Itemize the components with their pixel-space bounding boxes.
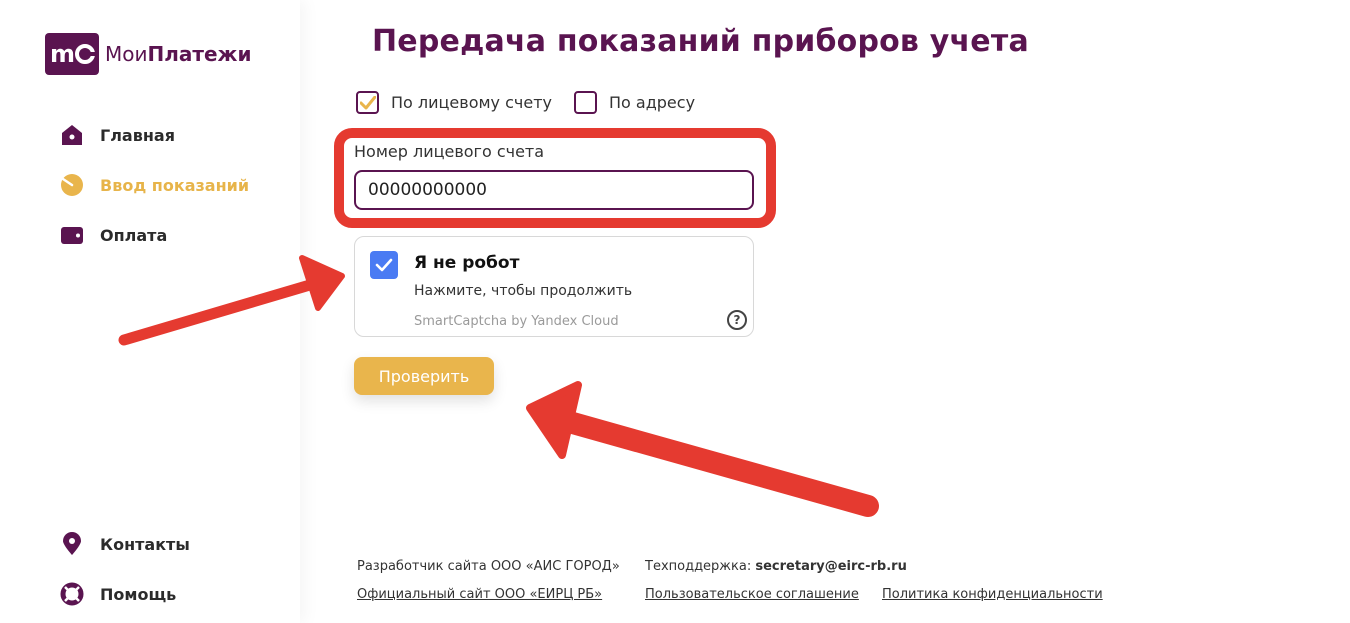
- lifebuoy-icon: [60, 582, 84, 606]
- mode-account-checkbox[interactable]: [356, 91, 379, 114]
- sidebar-item-label: Главная: [100, 125, 175, 145]
- logo[interactable]: m МоиПлатежи: [45, 33, 251, 75]
- captcha-checkbox[interactable]: [370, 251, 398, 279]
- mode-selector: По лицевому счету По адресу: [356, 91, 717, 114]
- sidebar-item-label: Контакты: [100, 534, 190, 554]
- account-field-label: Номер лицевого счета: [354, 142, 545, 161]
- captcha-subtitle: Нажмите, чтобы продолжить: [414, 283, 633, 299]
- check-icon: [375, 258, 393, 272]
- check-icon: [359, 95, 376, 109]
- captcha-widget: Я не робот Нажмите, чтобы продолжить Sma…: [354, 236, 754, 337]
- home-icon: [60, 123, 84, 147]
- support-label: Техподдержка:: [645, 559, 752, 574]
- official-site-link[interactable]: Официальный сайт ООО «ЕИРЦ РБ»: [357, 587, 602, 602]
- logo-brand: Платежи: [147, 42, 252, 66]
- privacy-policy-link[interactable]: Политика конфиденциальности: [882, 587, 1103, 602]
- sidebar-item-readings[interactable]: Ввод показаний: [60, 173, 249, 197]
- account-number-input[interactable]: [354, 170, 754, 210]
- sidebar-item-contacts[interactable]: Контакты: [60, 532, 190, 556]
- svg-text:m: m: [50, 40, 75, 68]
- captcha-brand: SmartCaptcha by Yandex Cloud: [414, 314, 619, 329]
- sidebar-item-home[interactable]: Главная: [60, 123, 175, 147]
- wallet-icon: [60, 223, 84, 247]
- help-icon[interactable]: ?: [727, 310, 747, 330]
- arrow-to-check-button-icon: [526, 381, 879, 517]
- sidebar-item-help[interactable]: Помощь: [60, 582, 176, 606]
- gauge-icon: [60, 173, 84, 197]
- logo-prefix: Мои: [105, 42, 148, 66]
- footer-support: Техподдержка: secretary@eirc-rb.ru: [645, 559, 907, 574]
- check-button[interactable]: Проверить: [354, 357, 494, 395]
- mode-account-label[interactable]: По лицевому счету: [391, 93, 552, 112]
- logo-text: МоиПлатежи: [105, 42, 251, 66]
- sidebar-item-label: Ввод показаний: [100, 175, 250, 195]
- sidebar-item-payment[interactable]: Оплата: [60, 223, 167, 247]
- sidebar-item-label: Помощь: [100, 584, 177, 604]
- logo-mark-icon: m: [45, 33, 99, 75]
- user-agreement-link[interactable]: Пользовательское соглашение: [645, 587, 859, 602]
- captcha-title: Я не робот: [414, 253, 520, 273]
- footer-developer: Разработчик сайта ООО «АИС ГОРОД»: [357, 559, 620, 574]
- support-email-link[interactable]: secretary@eirc-rb.ru: [755, 559, 906, 574]
- mode-address-label[interactable]: По адресу: [609, 93, 695, 112]
- sidebar: m МоиПлатежи Главная Ввод показаний Опла…: [0, 0, 300, 623]
- sidebar-item-label: Оплата: [100, 225, 168, 245]
- page-title: Передача показаний приборов учета: [372, 24, 1029, 59]
- location-pin-icon: [60, 532, 84, 556]
- mode-address-checkbox[interactable]: [574, 91, 597, 114]
- page: m МоиПлатежи Главная Ввод показаний Опла…: [0, 0, 1350, 623]
